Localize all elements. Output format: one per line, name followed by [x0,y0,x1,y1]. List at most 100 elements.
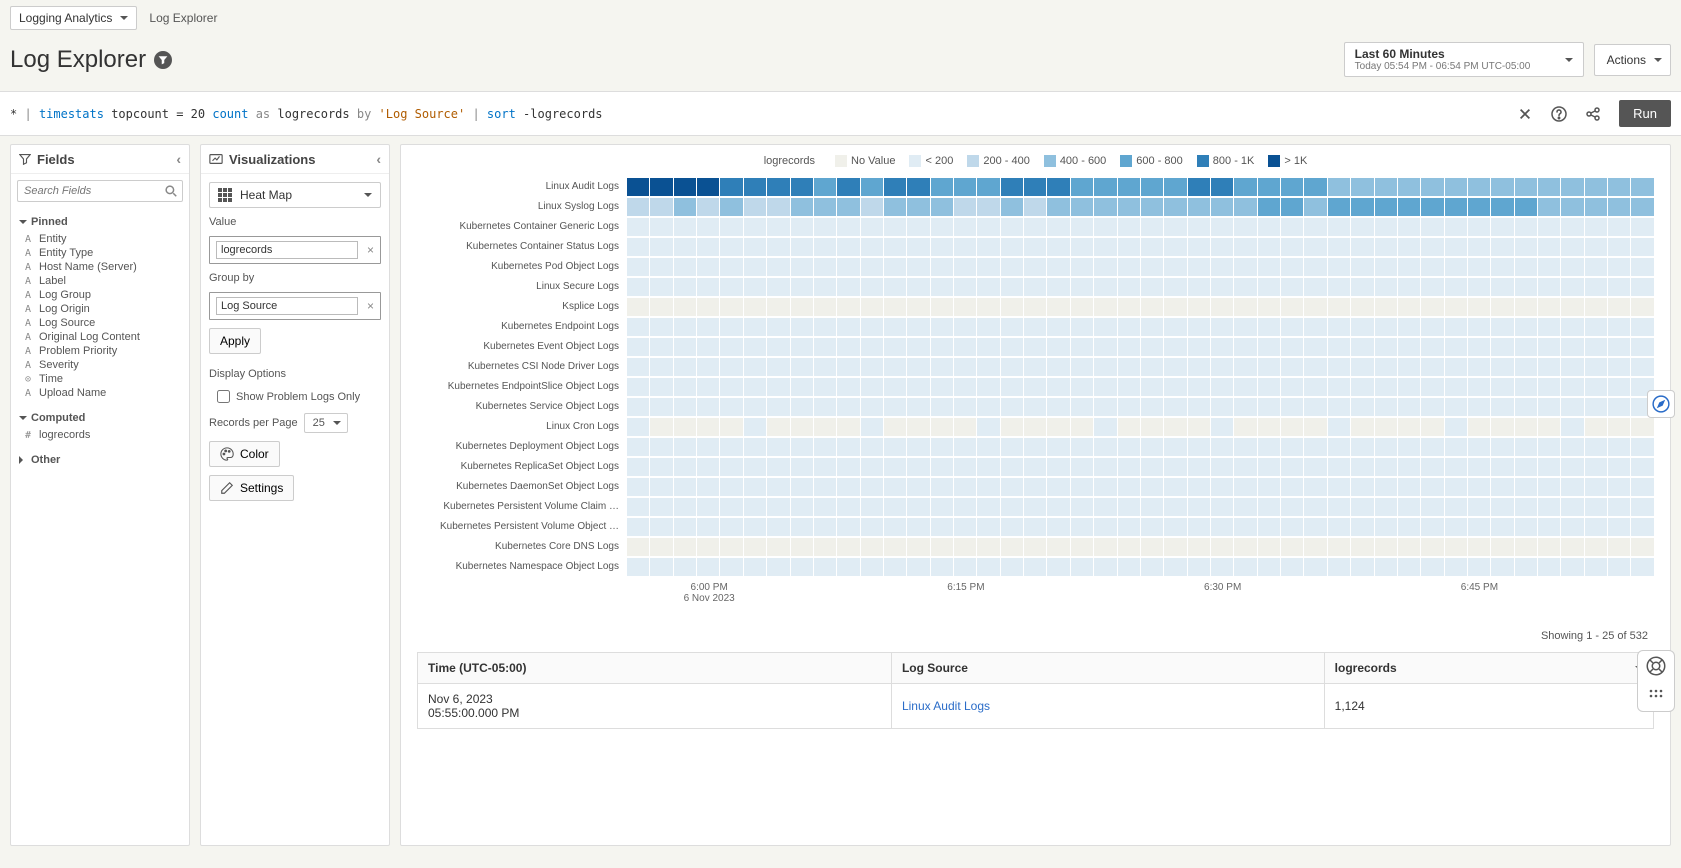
heatmap-cell[interactable] [1631,278,1653,296]
heatmap-cell[interactable] [1608,518,1630,536]
heatmap-cell[interactable] [1188,498,1210,516]
heatmap-cell[interactable] [1141,458,1163,476]
heatmap-cell[interactable] [627,238,649,256]
heatmap-cell[interactable] [1118,298,1140,316]
heatmap-cell[interactable] [1608,398,1630,416]
heatmap-cell[interactable] [1211,538,1233,556]
heatmap-cell[interactable] [627,478,649,496]
heatmap-cell[interactable] [1234,338,1256,356]
heatmap-cell[interactable] [954,538,976,556]
heatmap-cell[interactable] [674,438,696,456]
heatmap-cell[interactable] [1375,318,1397,336]
heatmap-cell[interactable] [1608,358,1630,376]
heatmap-cell[interactable] [1281,378,1303,396]
heatmap-cell[interactable] [767,318,789,336]
heatmap-cell[interactable] [1094,458,1116,476]
heatmap-cell[interactable] [1094,238,1116,256]
heatmap-cell[interactable] [1398,258,1420,276]
heatmap-cell[interactable] [1351,358,1373,376]
heatmap-cell[interactable] [954,318,976,336]
heatmap-cell[interactable] [907,358,929,376]
heatmap-cell[interactable] [767,178,789,196]
heatmap-cell[interactable] [907,258,929,276]
heatmap-cell[interactable] [1304,258,1326,276]
field-item[interactable]: AEntity [19,232,181,246]
heatmap-cell[interactable] [1491,178,1513,196]
heatmap-cell[interactable] [1211,198,1233,216]
heatmap-cell[interactable] [1164,218,1186,236]
timerange-select[interactable]: Last 60 Minutes Today 05:54 PM - 06:54 P… [1344,42,1584,77]
heatmap-cell[interactable] [1398,498,1420,516]
heatmap-cell[interactable] [861,358,883,376]
heatmap-cell[interactable] [767,198,789,216]
heatmap-cell[interactable] [627,498,649,516]
heatmap-cell[interactable] [1421,218,1443,236]
heatmap-cell[interactable] [1608,318,1630,336]
heatmap-cell[interactable] [1141,278,1163,296]
heatmap-cell[interactable] [1094,418,1116,436]
heatmap-cell[interactable] [1024,378,1046,396]
heatmap-cell[interactable] [1398,538,1420,556]
heatmap-cell[interactable] [791,218,813,236]
field-item[interactable]: AUpload Name [19,386,181,400]
heatmap-cell[interactable] [1047,358,1069,376]
heatmap-cell[interactable] [1491,418,1513,436]
heatmap-cell[interactable] [1258,298,1280,316]
heatmap-cell[interactable] [650,518,672,536]
heatmap-cell[interactable] [814,498,836,516]
heatmap-cell[interactable] [1631,478,1653,496]
heatmap-cell[interactable] [1468,418,1490,436]
query-input[interactable]: * | timestats topcount = 20 count as log… [10,107,1507,121]
legend-item[interactable]: 600 - 800 [1120,155,1182,167]
heatmap-cell[interactable] [1515,198,1537,216]
heatmap-cell[interactable] [1631,238,1653,256]
heatmap-cell[interactable] [1561,278,1583,296]
legend-item[interactable]: 800 - 1K [1197,155,1255,167]
heatmap-cell[interactable] [697,218,719,236]
heatmap-cell[interactable] [907,298,929,316]
heatmap-cell[interactable] [791,458,813,476]
heatmap-cell[interactable] [1608,198,1630,216]
heatmap-cell[interactable] [1141,258,1163,276]
heatmap-cell[interactable] [744,278,766,296]
heatmap-cell[interactable] [1561,438,1583,456]
heatmap-cell[interactable] [1328,318,1350,336]
heatmap-cell[interactable] [1421,238,1443,256]
heatmap-cell[interactable] [977,478,999,496]
heatmap-cell[interactable] [720,398,742,416]
heatmap-cell[interactable] [1234,458,1256,476]
heatmap-cell[interactable] [1258,178,1280,196]
heatmap-cell[interactable] [1351,258,1373,276]
heatmap-cell[interactable] [1468,318,1490,336]
heatmap-cell[interactable] [697,278,719,296]
field-item[interactable]: AHost Name (Server) [19,260,181,274]
heatmap-cell[interactable] [767,418,789,436]
heatmap-cell[interactable] [791,558,813,576]
heatmap-cell[interactable] [1001,378,1023,396]
heatmap-cell[interactable] [884,498,906,516]
heatmap-cell[interactable] [1094,298,1116,316]
heatmap-cell[interactable] [650,418,672,436]
heatmap-cell[interactable] [861,318,883,336]
heatmap-cell[interactable] [1258,338,1280,356]
heatmap-cell[interactable] [837,258,859,276]
heatmap-cell[interactable] [1281,198,1303,216]
heatmap-cell[interactable] [1608,418,1630,436]
legend-item[interactable]: > 1K [1268,155,1307,167]
heatmap-cell[interactable] [697,438,719,456]
heatmap-cell[interactable] [1328,298,1350,316]
heatmap-cell[interactable] [1491,358,1513,376]
heatmap-cell[interactable] [1211,318,1233,336]
heatmap-cell[interactable] [1188,198,1210,216]
heatmap-cell[interactable] [674,178,696,196]
heatmap-cell[interactable] [1515,238,1537,256]
heatmap-cell[interactable] [1631,178,1653,196]
heatmap-cell[interactable] [1164,338,1186,356]
field-item[interactable]: #logrecords [19,428,181,442]
heatmap-cell[interactable] [744,558,766,576]
heatmap-cell[interactable] [1538,458,1560,476]
heatmap-cell[interactable] [1024,558,1046,576]
heatmap-cell[interactable] [1491,458,1513,476]
heatmap-cell[interactable] [697,338,719,356]
heatmap-cell[interactable] [697,198,719,216]
